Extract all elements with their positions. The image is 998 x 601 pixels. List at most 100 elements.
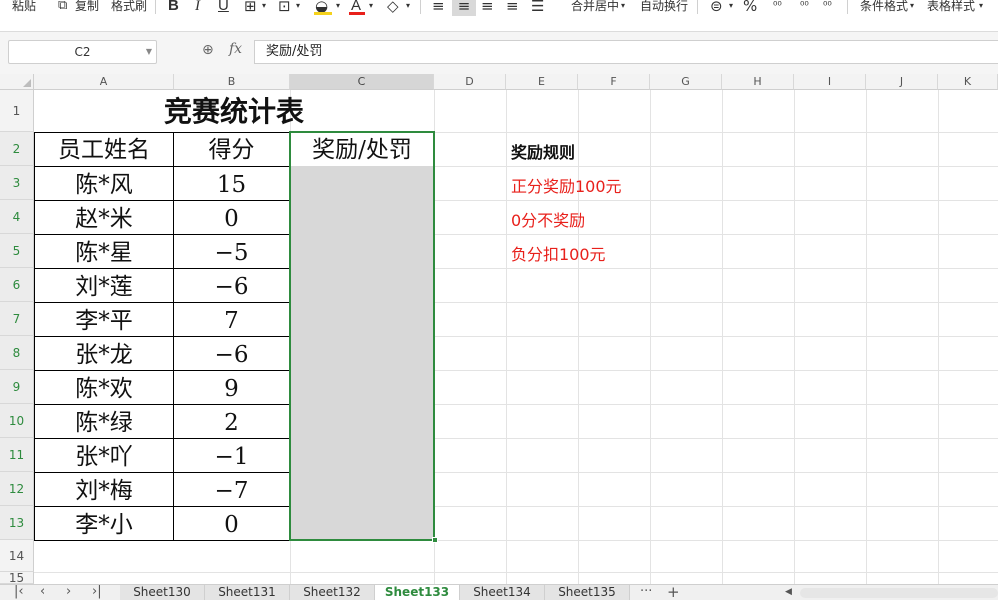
increase-decimal-icon[interactable]: ⁰⁰ [800, 0, 809, 16]
row-header-15[interactable]: 15 [0, 572, 34, 584]
chevron-down-icon[interactable]: ▾ [910, 0, 914, 16]
sheet-title[interactable]: 竞赛统计表 [34, 90, 434, 131]
score-cell[interactable]: 15 [174, 166, 289, 200]
currency-icon[interactable]: ⊜ [710, 0, 723, 16]
underline-button[interactable]: U [218, 0, 229, 16]
column-header-d[interactable]: D [434, 74, 506, 90]
format-painter-button[interactable]: 格式刷 [111, 0, 147, 16]
header-name-cell[interactable]: 员工姓名 [34, 132, 174, 166]
chevron-down-icon[interactable]: ▾ [369, 0, 373, 16]
first-sheet-icon[interactable]: |‹ [14, 585, 24, 599]
decrease-decimal-icon[interactable]: ⁰⁰ [823, 0, 832, 16]
score-cell[interactable]: 0 [174, 200, 289, 234]
header-score-cell[interactable]: 得分 [174, 132, 289, 166]
column-header-c[interactable]: C [290, 74, 434, 90]
sheet-tab[interactable]: Sheet134 [460, 585, 545, 600]
chevron-down-icon[interactable]: ▾ [262, 0, 266, 16]
row-header-5[interactable]: 5 [0, 234, 34, 268]
column-header-i[interactable]: I [794, 74, 866, 90]
sheet-tab[interactable]: Sheet132 [290, 585, 375, 600]
column-header-e[interactable]: E [506, 74, 578, 90]
row-header-12[interactable]: 12 [0, 472, 34, 506]
thousands-separator-icon[interactable]: ⁰⁰ [773, 0, 782, 16]
merge-center-button[interactable]: 合并居中 [571, 0, 619, 16]
column-header-h[interactable]: H [722, 74, 794, 90]
name-cell[interactable]: 张*吖 [34, 438, 174, 472]
rules-title[interactable]: 奖励规则 [511, 139, 575, 163]
conditional-format-button[interactable]: 条件格式 [860, 0, 908, 16]
add-sheet-button[interactable]: + [667, 585, 680, 600]
fill-handle[interactable] [432, 537, 438, 543]
rule-item[interactable]: 负分扣100元 [511, 241, 606, 265]
sheet-tab[interactable]: Sheet133 [375, 585, 460, 600]
name-cell[interactable]: 李*平 [34, 302, 174, 336]
sheet-tab[interactable]: Sheet131 [205, 585, 290, 600]
rule-item[interactable]: 0分不奖励 [511, 207, 585, 231]
score-cell[interactable]: 9 [174, 370, 289, 404]
align-right-icon[interactable]: ≡ [481, 0, 494, 16]
name-box[interactable]: C2 ▼ [8, 40, 157, 64]
chevron-down-icon[interactable]: ▾ [296, 0, 300, 16]
borders-icon[interactable]: ⊞ [244, 0, 257, 16]
score-cell[interactable]: −6 [174, 268, 289, 302]
align-left-icon[interactable]: ≡ [432, 0, 445, 16]
chevron-down-icon[interactable]: ▼ [146, 41, 152, 63]
formula-input[interactable]: 奖励/处罚 [254, 40, 998, 64]
row-header-3[interactable]: 3 [0, 166, 34, 200]
zoom-icon[interactable]: ⊕ [202, 42, 214, 58]
column-header-g[interactable]: G [650, 74, 722, 90]
chevron-down-icon[interactable]: ▾ [621, 0, 625, 16]
sheet-tab[interactable]: Sheet135 [545, 585, 630, 600]
score-cell[interactable]: −1 [174, 438, 289, 472]
italic-button[interactable]: I [195, 0, 200, 16]
table-style-button[interactable]: 表格样式 [927, 0, 975, 16]
fx-button[interactable]: fx [229, 41, 242, 57]
name-cell[interactable]: 陈*风 [34, 166, 174, 200]
copy-button[interactable]: 复制 [75, 0, 99, 16]
name-cell[interactable]: 张*龙 [34, 336, 174, 370]
prev-sheet-icon[interactable]: ‹ [40, 585, 45, 599]
name-cell[interactable]: 刘*莲 [34, 268, 174, 302]
name-cell[interactable]: 李*小 [34, 506, 174, 540]
name-cell[interactable]: 陈*星 [34, 234, 174, 268]
align-center-icon[interactable]: ≡ [452, 0, 476, 16]
name-cell[interactable]: 刘*梅 [34, 472, 174, 506]
name-cell[interactable]: 陈*绿 [34, 404, 174, 438]
score-cell[interactable]: 7 [174, 302, 289, 336]
score-cell[interactable]: 2 [174, 404, 289, 438]
fill-style-icon[interactable]: ⊡ [278, 0, 291, 16]
scroll-left-icon[interactable]: ◀ [785, 585, 792, 599]
row-header-11[interactable]: 11 [0, 438, 34, 472]
clear-format-icon[interactable]: ◇ [387, 0, 399, 16]
justify-icon[interactable]: ≡ [506, 0, 519, 16]
horizontal-scrollbar[interactable] [800, 588, 998, 598]
name-cell[interactable]: 陈*欢 [34, 370, 174, 404]
score-cell[interactable]: −5 [174, 234, 289, 268]
row-header-1[interactable]: 1 [0, 90, 34, 132]
row-header-2[interactable]: 2 [0, 132, 34, 166]
row-header-4[interactable]: 4 [0, 200, 34, 234]
row-header-10[interactable]: 10 [0, 404, 34, 438]
bold-button[interactable]: B [168, 0, 179, 16]
percent-button[interactable]: % [743, 0, 757, 16]
score-cell[interactable]: −7 [174, 472, 289, 506]
score-cell[interactable]: 0 [174, 506, 289, 540]
column-header-j[interactable]: J [866, 74, 938, 90]
next-sheet-icon[interactable]: › [66, 585, 71, 599]
chevron-down-icon[interactable]: ▾ [336, 0, 340, 16]
row-header-9[interactable]: 9 [0, 370, 34, 404]
row-header-6[interactable]: 6 [0, 268, 34, 302]
distributed-align-icon[interactable]: ☰ [531, 0, 544, 16]
wrap-text-button[interactable]: 自动换行 [640, 0, 688, 16]
column-header-b[interactable]: B [174, 74, 290, 90]
column-header-k[interactable]: K [938, 74, 998, 90]
name-cell[interactable]: 赵*米 [34, 200, 174, 234]
chevron-down-icon[interactable]: ▾ [979, 0, 983, 16]
select-all-corner[interactable] [0, 74, 34, 90]
score-cell[interactable]: −6 [174, 336, 289, 370]
row-header-13[interactable]: 13 [0, 506, 34, 540]
paste-button[interactable]: 粘贴 [12, 0, 36, 16]
last-sheet-icon[interactable]: ›| [92, 585, 102, 599]
chevron-down-icon[interactable]: ▾ [729, 0, 733, 16]
sheet-tab[interactable]: Sheet130 [120, 585, 205, 600]
